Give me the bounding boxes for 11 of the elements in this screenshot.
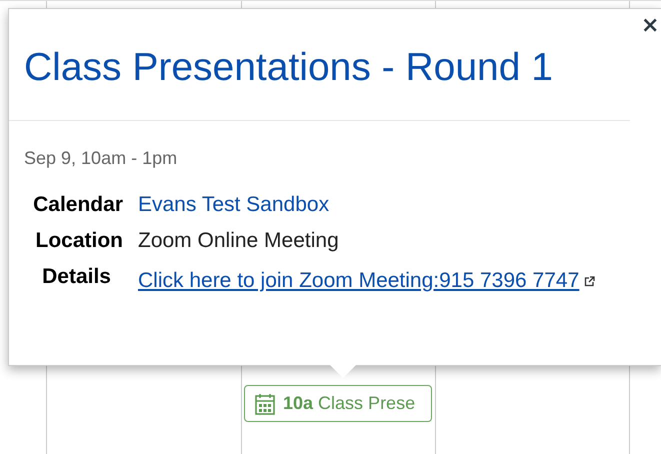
- field-label: Details: [41, 265, 112, 289]
- external-link-icon: [584, 276, 596, 286]
- event-time: Sep 9, 10am - 1pm: [24, 148, 178, 169]
- calendar-icon: [255, 392, 275, 414]
- field-label: Location: [34, 229, 123, 253]
- calendar-link[interactable]: Evans Test Sandbox: [138, 193, 330, 216]
- event-title: Class Presentations - Round 1: [24, 47, 553, 89]
- field-label: Calendar: [32, 193, 123, 217]
- meeting-link[interactable]: Click here to join Zoom Meeting:915 7396 7747: [138, 269, 580, 293]
- close-button[interactable]: ×: [641, 15, 660, 37]
- location-text: Zoom Online Meeting: [138, 229, 339, 252]
